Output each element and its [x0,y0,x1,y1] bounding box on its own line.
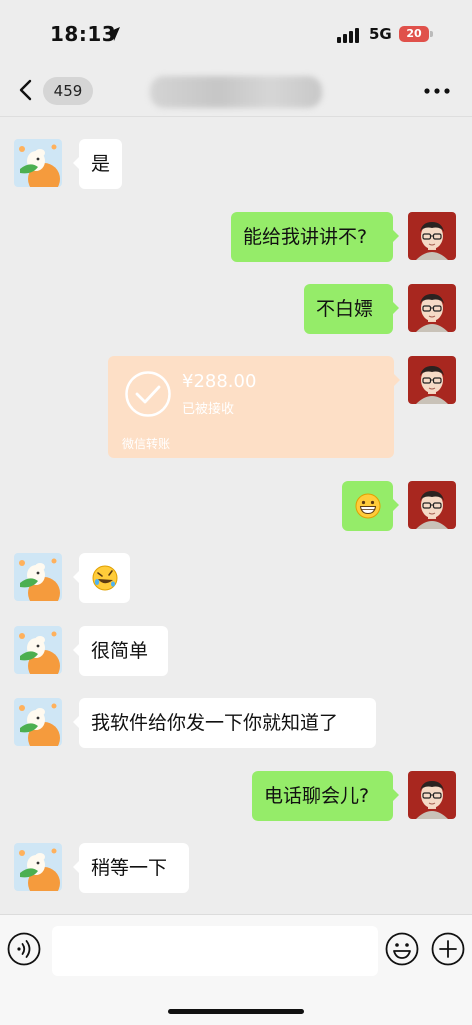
back-chevron-icon[interactable] [16,78,36,102]
message-row: 是 [0,139,472,189]
self-avatar[interactable] [408,212,456,260]
message-row [0,481,472,531]
message-bubble[interactable]: 能给我讲讲不? [231,212,399,262]
transfer-amount: ¥288.00 [182,371,257,392]
contact-avatar[interactable] [14,553,62,601]
message-text-input[interactable] [52,926,378,976]
contact-avatar[interactable] [14,626,62,674]
message-row: 电话聊会儿? [0,771,472,821]
self-avatar[interactable] [408,356,456,404]
status-bar: 18:13 5G 20 [0,0,472,66]
message-bubble[interactable] [342,481,399,531]
emoji-picker-icon[interactable] [385,932,419,966]
rolling-on-floor-laughing-emoji [92,565,118,591]
message-bubble[interactable]: 电话聊会儿? [252,771,399,821]
message-input-bar [0,914,472,1025]
chat-title-blurred [150,76,322,108]
voice-input-icon[interactable] [7,932,41,966]
self-avatar[interactable] [408,481,456,529]
wechat-transfer-card[interactable]: ¥288.00 已被接收 微信转账 [108,356,400,458]
message-bubble[interactable]: 很简单 [73,626,168,676]
message-bubble[interactable]: 不白嫖 [304,284,399,334]
transfer-status: 已被接收 [182,402,235,417]
battery-icon: 20 [399,26,429,42]
location-arrow-icon [106,27,120,41]
grinning-face-emoji [355,493,381,519]
message-row [0,553,472,603]
self-avatar[interactable] [408,284,456,332]
self-avatar[interactable] [408,771,456,819]
message-row: 不白嫖 [0,284,472,334]
transfer-received-check-icon [125,371,171,417]
message-row: 我软件给你发一下你就知道了 [0,698,472,748]
contact-avatar[interactable] [14,698,62,746]
more-functions-plus-icon[interactable] [431,932,465,966]
message-bubble[interactable]: 是 [72,139,123,189]
transfer-label: 微信转账 [122,437,171,451]
message-bubble[interactable]: 我软件给你发一下你就知道了 [73,698,376,748]
unread-count-badge[interactable]: 459 [43,77,93,105]
message-row: 很简单 [0,626,472,676]
contact-avatar[interactable] [14,139,62,187]
message-row: 能给我讲讲不? [0,212,472,262]
message-bubble[interactable]: 稍等一下 [73,843,189,893]
signal-strength-icon [337,28,359,43]
home-indicator[interactable] [168,1009,304,1014]
message-row: 稍等一下 [0,843,472,893]
chat-header: 459 [0,66,472,117]
more-options-icon[interactable] [424,88,450,94]
battery-cap [430,31,433,37]
message-bubble[interactable] [73,553,130,603]
contact-avatar[interactable] [14,843,62,891]
network-type: 5G [369,25,392,43]
